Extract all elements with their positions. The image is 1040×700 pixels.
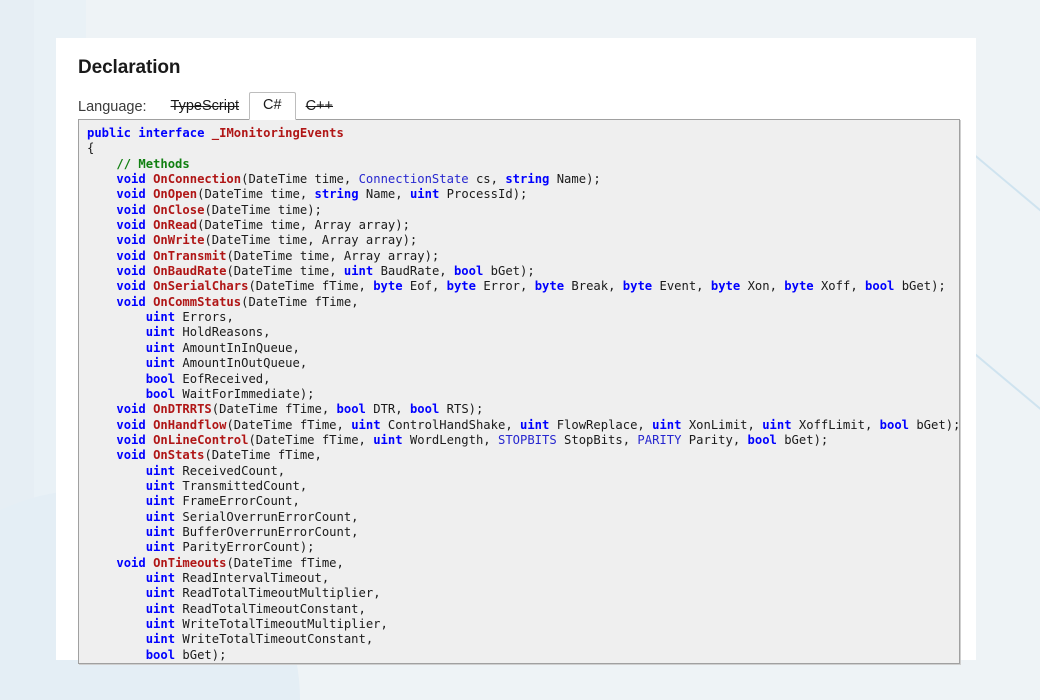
code-panel[interactable]: public interface _IMonitoringEvents { //… <box>78 119 960 664</box>
tab-cpp[interactable]: C++ <box>296 94 343 119</box>
tab-csharp[interactable]: C# <box>249 92 296 120</box>
code-block: public interface _IMonitoringEvents { //… <box>87 126 959 663</box>
page-title: Declaration <box>78 57 960 79</box>
language-label: Language: <box>78 99 147 119</box>
tab-typescript[interactable]: TypeScript <box>161 94 250 119</box>
language-tab-bar: Language: TypeScript C# C++ <box>78 93 960 119</box>
background-diagonal-line-upper <box>969 150 1040 235</box>
declaration-card: Declaration Language: TypeScript C# C++ … <box>56 38 976 660</box>
background-band-outer <box>0 0 34 700</box>
